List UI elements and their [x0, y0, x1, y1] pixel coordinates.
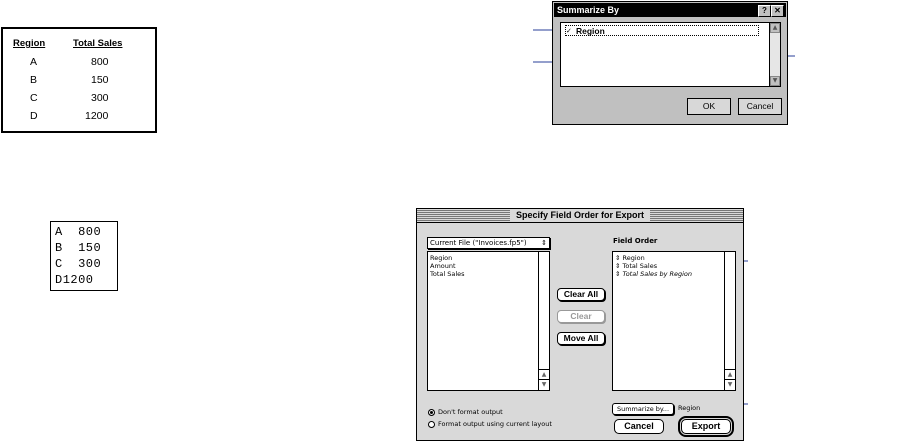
list-item[interactable]: ⇕ Total Sales by Region	[615, 270, 692, 278]
check-icon: ✓	[566, 27, 572, 35]
radio-selected-icon	[428, 408, 435, 416]
list-item[interactable]: Total Sales	[430, 270, 465, 278]
drag-handle-icon[interactable]: ⇕	[615, 270, 620, 278]
field-order-list[interactable]: ⇕ Region ⇕ Total Sales ⇕ Total Sales by …	[612, 251, 736, 391]
drag-handle-icon[interactable]: ⇕	[615, 254, 620, 262]
ok-button[interactable]: OK	[687, 98, 731, 115]
scroll-down-icon[interactable]: ▼	[539, 379, 549, 390]
list-item[interactable]: ⇕ Region	[615, 254, 645, 262]
list-item-label: Total Sales	[622, 262, 658, 270]
dialog-title: Specify Field Order for Export	[509, 209, 651, 222]
radio-label: Don't format output	[438, 408, 503, 416]
dialog-title: Summarize By	[557, 5, 620, 15]
popup-arrow-icon: ⇕	[541, 239, 547, 247]
file-popup-menu[interactable]: Current File ("Invoices.fp5") ⇕	[427, 237, 550, 249]
clear-all-button[interactable]: Clear All	[557, 288, 605, 301]
summarize-by-button[interactable]: Summarize by...	[612, 403, 674, 415]
radio-unselected-icon	[428, 420, 435, 428]
dialog-title-bar: Summarize By ? ✕	[554, 3, 786, 17]
move-all-button[interactable]: Move All	[557, 332, 605, 345]
summarize-value: Region	[678, 404, 701, 412]
list-item-label: Total Sales by Region	[622, 270, 693, 278]
list-item-label: Region	[622, 254, 645, 262]
scroll-up-icon[interactable]: ▲	[770, 23, 780, 33]
list-item[interactable]: Amount	[430, 262, 456, 270]
clear-button[interactable]: Clear	[557, 310, 605, 323]
radio-dont-format[interactable]: Don't format output	[428, 408, 503, 417]
export-field-order-dialog: Specify Field Order for Export Current F…	[416, 208, 744, 441]
export-button[interactable]: Export	[678, 416, 734, 437]
summarize-by-dialog: Summarize By ? ✕ Region ✓ ▲ ▼ OK Cancel	[552, 1, 788, 125]
radio-label: Format output using current layout	[438, 420, 552, 428]
help-button[interactable]: ?	[758, 5, 771, 17]
vertical-scrollbar[interactable]: ▲ ▼	[538, 252, 549, 390]
cancel-button[interactable]: Cancel	[738, 98, 782, 115]
scroll-down-icon[interactable]: ▼	[770, 76, 780, 86]
field-order-label: Field Order	[613, 237, 658, 245]
radio-format-layout[interactable]: Format output using current layout	[428, 420, 552, 429]
summary-field-list[interactable]: Region ✓ ▲ ▼	[560, 22, 781, 87]
vertical-scrollbar[interactable]: ▲ ▼	[724, 252, 735, 390]
list-item[interactable]: ⇕ Total Sales	[615, 262, 657, 270]
cancel-button[interactable]: Cancel	[614, 419, 664, 434]
dialog-title-bar: Specify Field Order for Export	[417, 209, 743, 223]
list-item-selected[interactable]: Region	[565, 25, 759, 36]
vertical-scrollbar[interactable]: ▲ ▼	[769, 23, 780, 86]
drag-handle-icon[interactable]: ⇕	[615, 262, 620, 270]
list-item[interactable]: Region	[430, 254, 452, 262]
source-field-list[interactable]: Region Amount Total Sales ▲ ▼	[427, 251, 550, 391]
scroll-down-icon[interactable]: ▼	[725, 379, 735, 390]
close-button[interactable]: ✕	[771, 5, 784, 17]
popup-value: Current File ("Invoices.fp5")	[430, 239, 527, 247]
